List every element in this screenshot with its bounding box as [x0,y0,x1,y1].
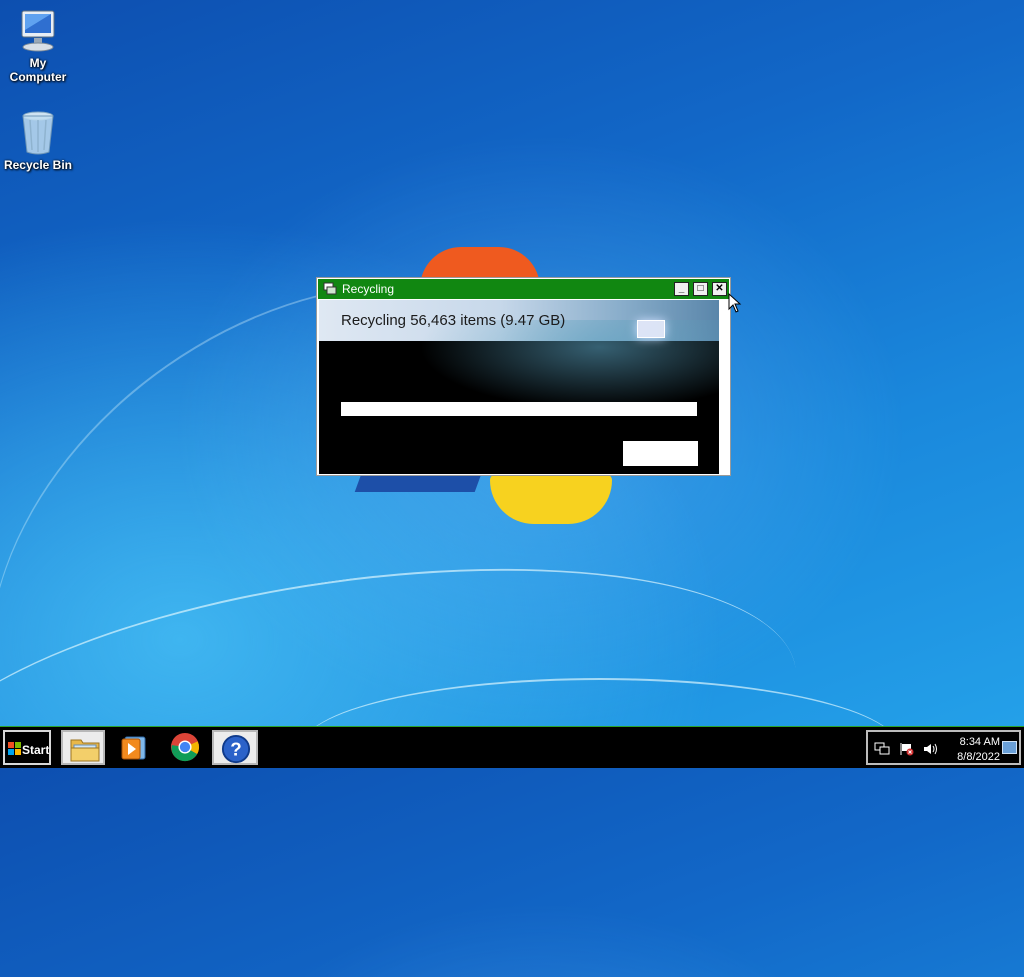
minimize-icon: _ [678,283,685,294]
close-icon: ✕ [715,283,724,294]
start-button[interactable]: Start [3,730,51,765]
mouse-cursor-icon [728,293,742,313]
windows-flag-icon [8,742,21,755]
show-desktop-button[interactable] [1002,741,1017,754]
dialog-titlebar[interactable]: Recycling _ □ ✕ [318,279,729,299]
desktop-icon-my-computer[interactable]: My Computer [0,8,76,84]
recycle-animation-icon [637,320,665,338]
taskbar-app-help[interactable]: ? [212,730,258,765]
svg-text:?: ? [230,739,241,760]
clock[interactable]: 8:34 AM 8/8/2022 [940,735,1000,765]
recycling-message: Recycling 56,463 items (9.47 GB) [341,312,566,329]
recycling-dialog: Recycling _ □ ✕ Recycling 56,463 items (… [316,277,731,476]
network-icon[interactable] [874,742,890,756]
dialog-scrollbar[interactable] [721,300,729,474]
media-player-icon [121,736,146,760]
desktop-icon-recycle-bin[interactable]: Recycle Bin [0,110,76,172]
cancel-button[interactable] [623,441,698,466]
desktop-icon-label: Recycle Bin [3,158,73,172]
folder-icon [70,739,100,762]
progress-bar [341,402,697,416]
dialog-title: Recycling [342,282,395,296]
clock-date: 8/8/2022 [957,751,1000,763]
wallpaper-logo-blue [354,474,482,492]
desktop-icon-label: My Computer [9,56,67,84]
maximize-icon: □ [697,283,704,294]
computer-icon [21,10,55,52]
clock-time: 8:34 AM [959,736,1000,748]
maximize-button[interactable]: □ [693,282,708,296]
close-button[interactable]: ✕ [712,282,727,296]
taskbar-app-chrome[interactable] [163,730,207,765]
dialog-content: Recycling 56,463 items (9.47 GB) [319,300,719,474]
start-label: Start [22,743,50,757]
taskbar-app-media-player[interactable] [112,730,156,765]
recycle-bin-icon [22,111,54,155]
dialog-glow [419,320,719,410]
taskbar: Start ? 8:34 AM 8/8/2022 [0,726,1024,768]
recycle-icon [323,282,337,295]
taskbar-app-file-explorer[interactable] [61,730,105,765]
system-tray: 8:34 AM 8/8/2022 [866,730,1021,765]
help-icon: ? [221,734,251,764]
volume-icon[interactable] [922,742,938,756]
chrome-icon [170,732,200,762]
minimize-button[interactable]: _ [674,282,689,296]
action-center-flag-icon[interactable] [899,742,915,756]
